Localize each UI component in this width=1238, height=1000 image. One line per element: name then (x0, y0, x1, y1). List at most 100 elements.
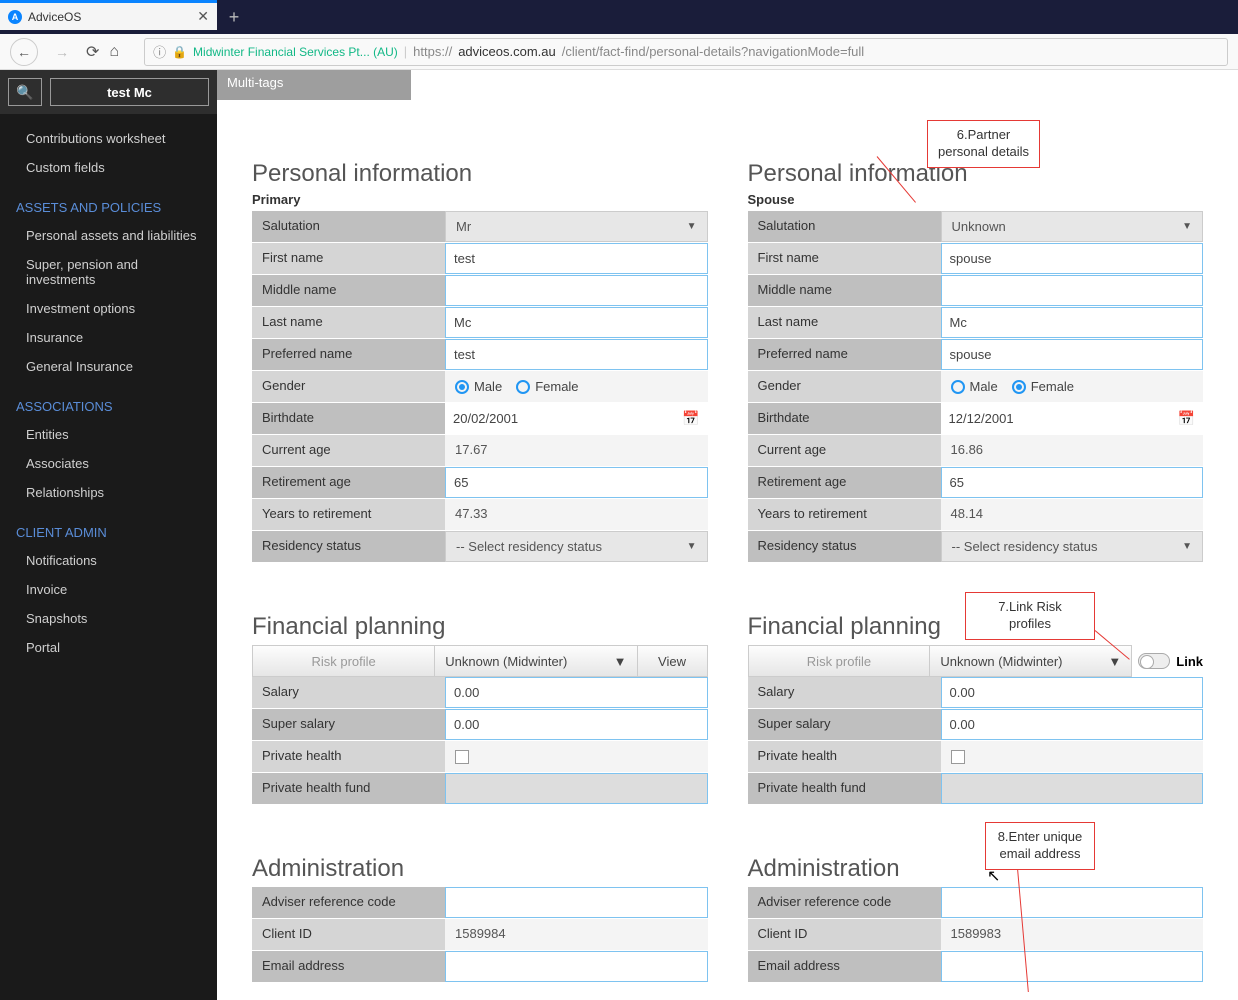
last-name-input[interactable] (941, 307, 1204, 338)
salutation-select[interactable]: Unknown▼ (941, 211, 1204, 242)
sidebar-item[interactable]: Custom fields (0, 153, 217, 182)
residency-select[interactable]: -- Select residency status▼ (941, 531, 1204, 562)
field-label: Email address (252, 951, 445, 982)
sidebar-item[interactable]: Snapshots (0, 604, 217, 633)
risk-profile-button[interactable]: Risk profile (252, 645, 435, 677)
field-label: Retirement age (252, 467, 445, 498)
sidebar-item[interactable]: General Insurance (0, 352, 217, 381)
sidebar-item[interactable]: Associates (0, 449, 217, 478)
field-label: Last name (252, 307, 445, 338)
sidebar-item[interactable]: Portal (0, 633, 217, 662)
sidebar-item[interactable]: Personal assets and liabilities (0, 221, 217, 250)
search-button[interactable]: 🔍 (8, 78, 42, 106)
retirement-age-input[interactable] (445, 467, 708, 498)
private-health-fund-field (445, 773, 708, 804)
field-row: Years to retirement48.14 (748, 499, 1204, 531)
url-bar[interactable]: ⓘ 🔒 Midwinter Financial Services Pt... (… (144, 38, 1228, 66)
birthdate-field[interactable]: 📅 (941, 403, 1204, 434)
field-value (445, 951, 708, 982)
field-row: SalutationMr▼ (252, 211, 708, 243)
residency-select[interactable]: -- Select residency status▼ (445, 531, 708, 562)
middle-name-input[interactable] (941, 275, 1204, 306)
risk-profile-select[interactable]: Unknown (Midwinter)▼ (930, 645, 1132, 677)
gender-female-radio[interactable]: Female (516, 379, 578, 394)
cursor-icon: ↖ (987, 866, 1000, 886)
field-row: Birthdate📅 (748, 403, 1204, 435)
field-row: Adviser reference code (748, 887, 1204, 919)
sidebar-item[interactable]: Relationships (0, 478, 217, 507)
calendar-icon[interactable]: 📅 (1178, 410, 1195, 427)
field-label: Residency status (252, 531, 445, 562)
super-salary-input[interactable] (445, 709, 708, 740)
salutation-select[interactable]: Mr▼ (445, 211, 708, 242)
field-label: Preferred name (252, 339, 445, 370)
sidebar-nav: Contributions worksheetCustom fieldsASSE… (0, 114, 217, 672)
browser-tabbar: A AdviceOS ✕ + (0, 0, 1238, 34)
private-health-checkbox[interactable] (455, 750, 469, 764)
field-row: Gender Male Female (748, 371, 1204, 403)
gender-male-radio[interactable]: Male (455, 379, 502, 394)
back-button[interactable]: ← (10, 38, 38, 66)
preferred-name-input[interactable] (445, 339, 708, 370)
birthdate-field[interactable]: 📅 (445, 403, 708, 434)
field-value (445, 467, 708, 498)
field-label: Current age (252, 435, 445, 466)
field-label: Adviser reference code (748, 887, 941, 918)
field-value (445, 307, 708, 338)
section-title: Administration (252, 855, 708, 883)
gender-female-radio[interactable]: Female (1012, 379, 1074, 394)
salary-input[interactable] (941, 677, 1204, 708)
sidebar-item[interactable]: Contributions worksheet (0, 124, 217, 153)
sidebar-item[interactable]: Super, pension and investments (0, 250, 217, 294)
link-label: Link (1176, 654, 1203, 669)
current-age-value: 17.67 (445, 435, 708, 466)
reload-button[interactable]: ⟳ (86, 42, 99, 62)
sidebar-item[interactable]: Entities (0, 420, 217, 449)
sidebar: 🔍 test Mc Contributions worksheetCustom … (0, 70, 217, 1000)
home-button[interactable]: ⌂ (109, 43, 119, 61)
risk-profile-button[interactable]: Risk profile (748, 645, 931, 677)
field-row: Current age16.86 (748, 435, 1204, 467)
middle-name-input[interactable] (445, 275, 708, 306)
email-input[interactable] (941, 951, 1204, 982)
forward-button[interactable]: → (48, 38, 76, 66)
field-label: Client ID (252, 919, 445, 950)
birthdate-input[interactable] (445, 403, 708, 434)
gender-male-radio[interactable]: Male (951, 379, 998, 394)
close-tab-icon[interactable]: ✕ (197, 8, 209, 25)
private-health-fund-input[interactable] (941, 773, 1204, 804)
multi-tags-header[interactable]: Multi-tags (217, 70, 411, 100)
adviser-ref-input[interactable] (941, 887, 1204, 918)
field-value (445, 887, 708, 918)
url-host: adviceos.com.au (458, 44, 556, 59)
user-chip[interactable]: test Mc (50, 78, 209, 106)
view-button[interactable]: View (638, 645, 708, 677)
risk-profile-select[interactable]: Unknown (Midwinter)▼ (435, 645, 637, 677)
sidebar-item[interactable]: Insurance (0, 323, 217, 352)
private-health-checkbox[interactable] (951, 750, 965, 764)
first-name-input[interactable] (445, 243, 708, 274)
preferred-name-input[interactable] (941, 339, 1204, 370)
birthdate-input[interactable] (941, 403, 1204, 434)
first-name-input[interactable] (941, 243, 1204, 274)
private-health-fund-input[interactable] (445, 773, 708, 804)
field-label: Birthdate (252, 403, 445, 434)
last-name-input[interactable] (445, 307, 708, 338)
email-input[interactable] (445, 951, 708, 982)
link-toggle[interactable] (1138, 653, 1170, 669)
super-salary-input[interactable] (941, 709, 1204, 740)
retirement-age-input[interactable] (941, 467, 1204, 498)
sidebar-item[interactable]: Investment options (0, 294, 217, 323)
calendar-icon[interactable]: 📅 (682, 410, 699, 427)
gender-field: Male Female (445, 371, 708, 402)
current-age-value: 16.86 (941, 435, 1204, 466)
browser-tab[interactable]: A AdviceOS ✕ (0, 0, 217, 30)
field-row: Residency status-- Select residency stat… (748, 531, 1204, 563)
salary-input[interactable] (445, 677, 708, 708)
field-label: Email address (748, 951, 941, 982)
years-to-retirement-value: 48.14 (941, 499, 1204, 530)
new-tab-button[interactable]: + (217, 0, 251, 34)
sidebar-item[interactable]: Notifications (0, 546, 217, 575)
sidebar-item[interactable]: Invoice (0, 575, 217, 604)
adviser-ref-input[interactable] (445, 887, 708, 918)
